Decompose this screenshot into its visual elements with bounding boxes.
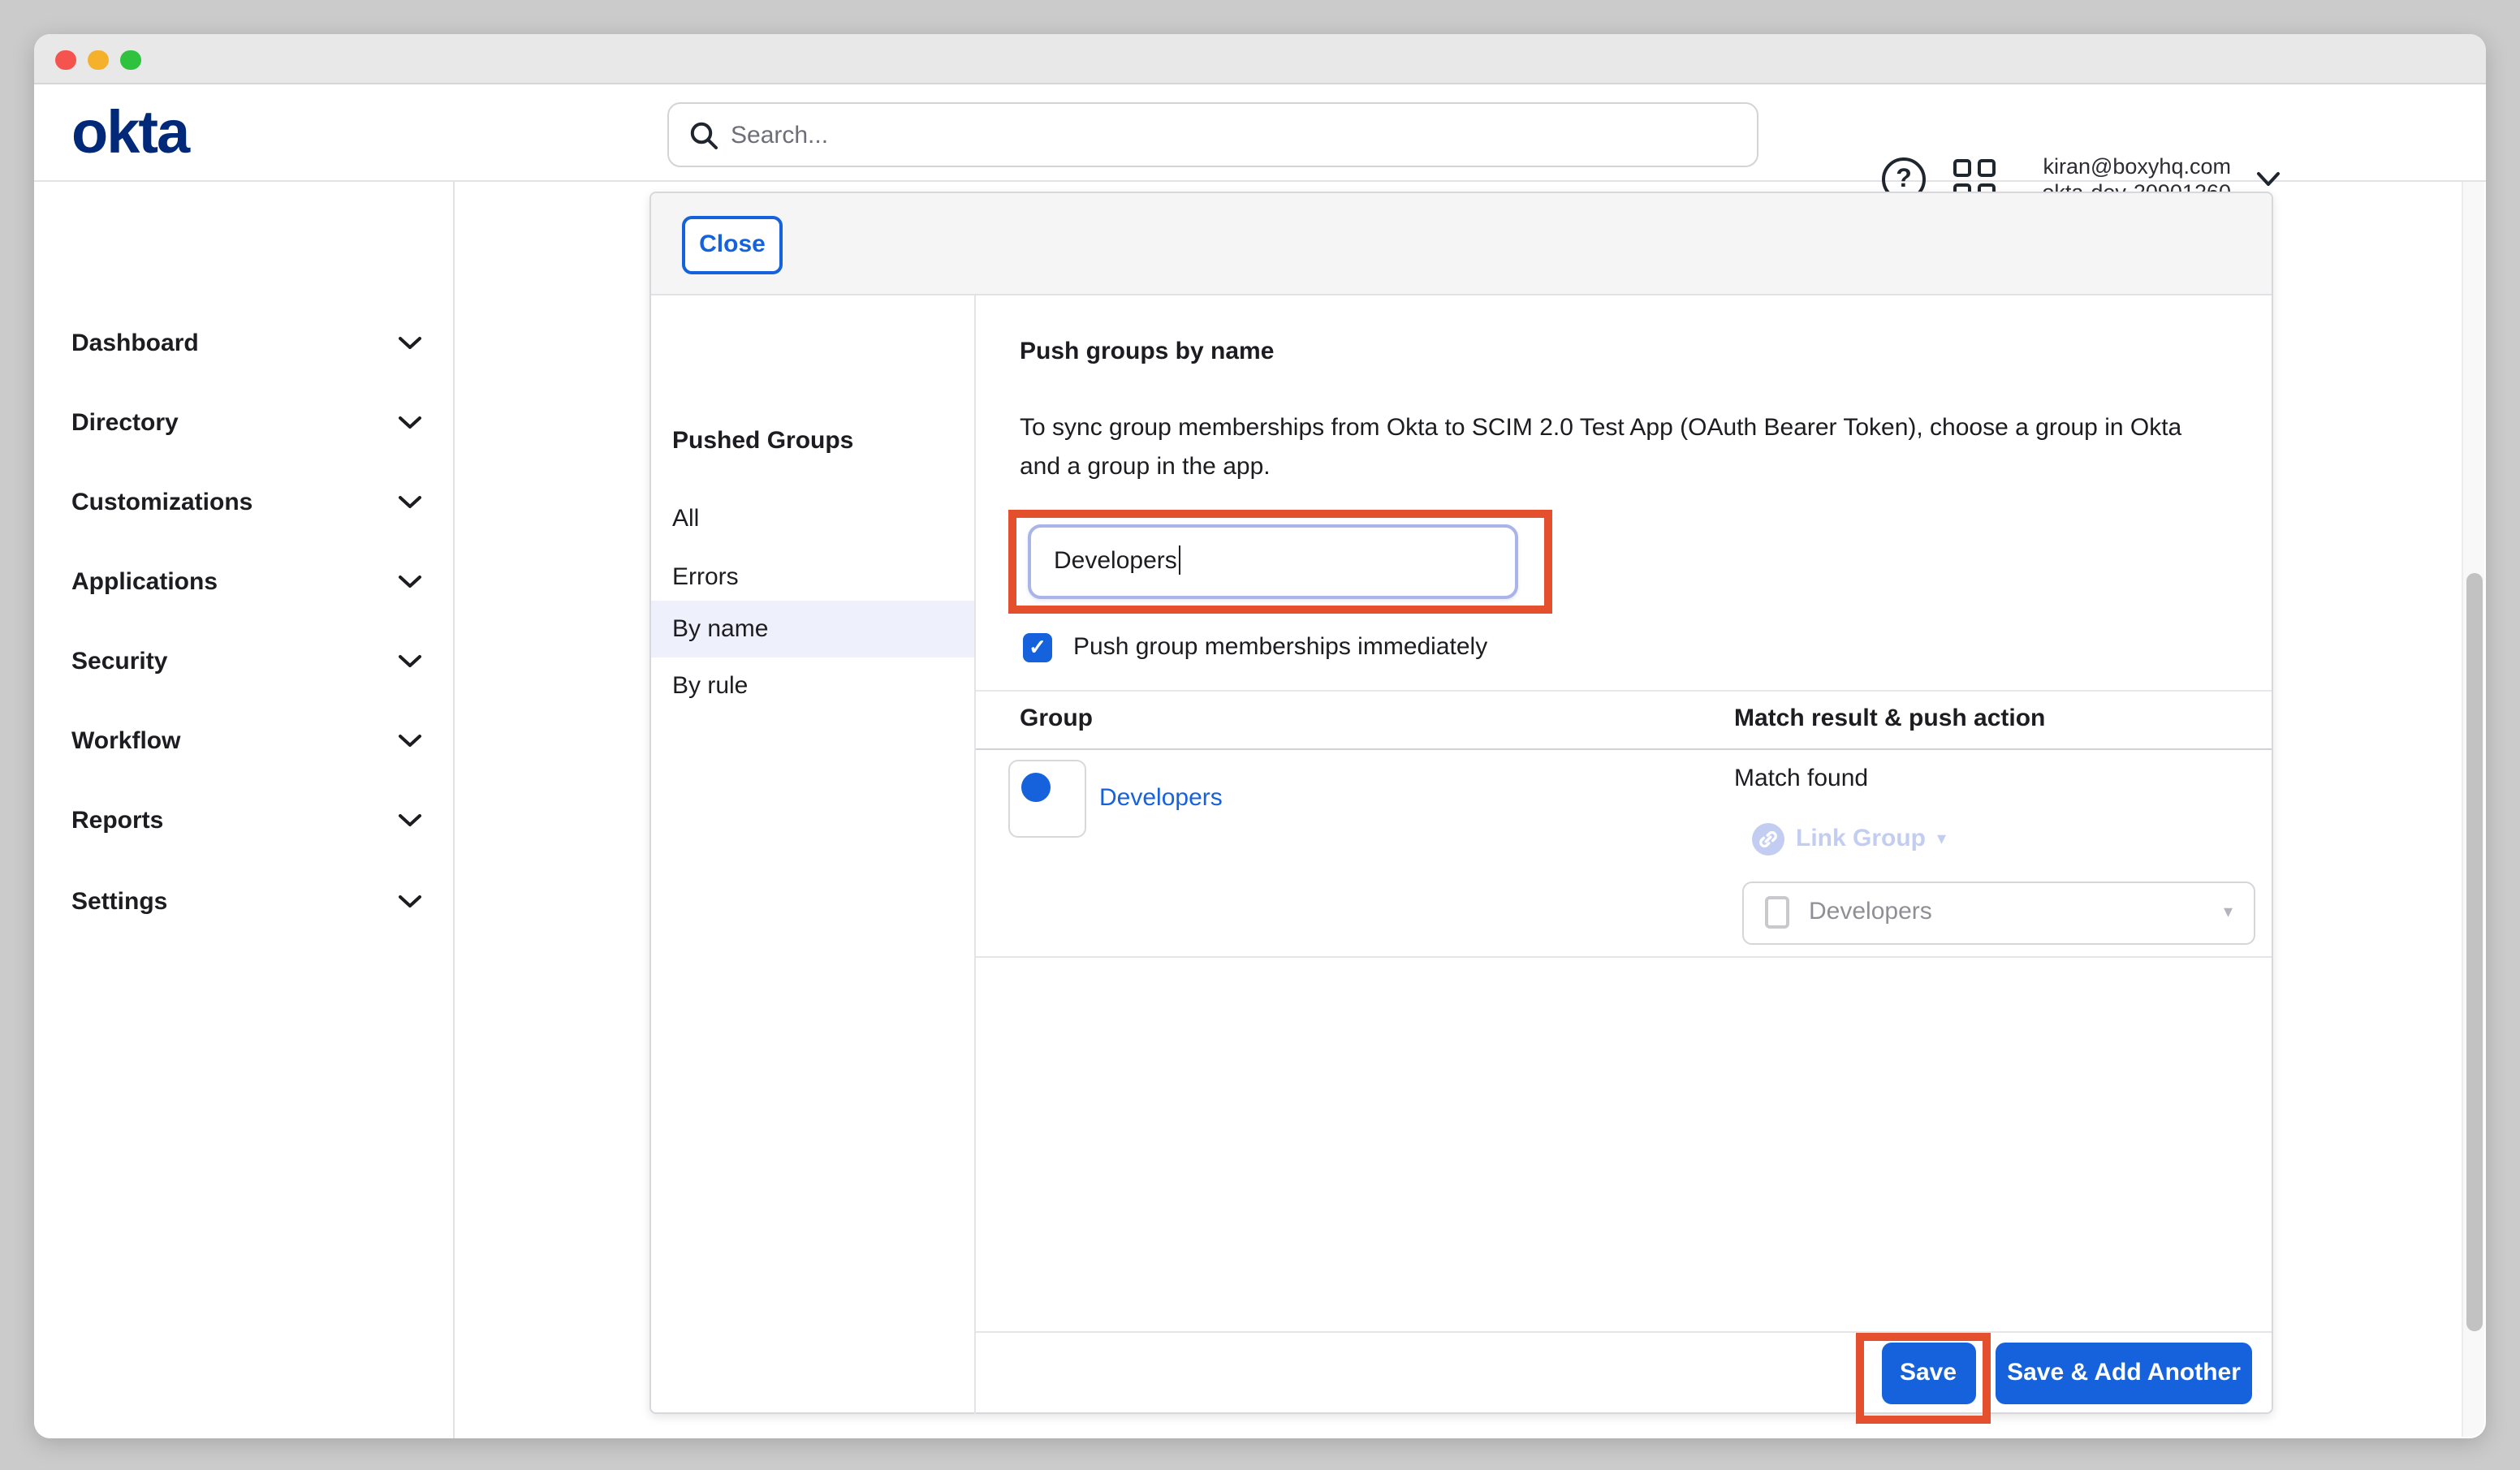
page-title: Push groups by name (1020, 338, 1274, 365)
pushed-groups-subnav: Pushed Groups All Errors By name By rule (651, 295, 976, 1414)
sidebar-item-reports[interactable]: Reports (34, 803, 454, 838)
footer-divider (976, 1331, 2272, 1333)
app-window: okta ? kiran@boxyhq.com okta-dev-2090126… (34, 34, 2486, 1438)
chevron-down-icon (397, 575, 421, 589)
panel-toolbar: Close (651, 193, 2272, 295)
chevron-down-icon (397, 895, 421, 909)
close-button[interactable]: Close (682, 215, 783, 274)
scrollbar-track[interactable] (2462, 181, 2484, 1437)
main-sidebar: Dashboard Directory Customizations Appli… (34, 181, 454, 1438)
chevron-down-icon (397, 336, 421, 351)
sidebar-item-label: Settings (71, 888, 167, 916)
column-header-group: Group (1020, 705, 1093, 732)
search-input[interactable] (731, 104, 1737, 166)
sidebar-item-workflow[interactable]: Workflow (34, 723, 454, 759)
app-group-icon (1765, 896, 1789, 929)
link-group-label: Link Group (1796, 825, 1926, 852)
row-divider (976, 956, 2272, 958)
subnav-item-by-rule[interactable]: By rule (651, 657, 974, 714)
section-divider (976, 690, 2272, 692)
sidebar-item-label: Security (71, 647, 167, 675)
sidebar-item-customizations[interactable]: Customizations (34, 485, 454, 520)
sidebar-item-label: Workflow (71, 727, 180, 755)
search-icon (688, 120, 721, 153)
chevron-down-icon (397, 495, 421, 510)
chevron-down-icon (397, 734, 421, 748)
match-status: Match found (1734, 763, 1868, 795)
chevron-down-icon[interactable] (2255, 170, 2281, 188)
subnav-item-all[interactable]: All (651, 489, 974, 546)
push-immediately-label: Push group memberships immediately (1073, 632, 1487, 664)
window-close-icon[interactable] (55, 50, 76, 70)
sidebar-item-applications[interactable]: Applications (34, 564, 454, 600)
chevron-down-icon (397, 653, 421, 668)
table-header-divider (976, 748, 2272, 750)
sidebar-item-security[interactable]: Security (34, 643, 454, 679)
sidebar-item-label: Dashboard (71, 330, 199, 357)
global-search[interactable] (667, 102, 1758, 167)
scrollbar-thumb[interactable] (2466, 573, 2483, 1331)
account-email: kiran@boxyhq.com (2042, 154, 2231, 179)
subnav-item-by-name[interactable]: By name (651, 601, 974, 657)
link-icon (1752, 822, 1784, 855)
okta-logo[interactable]: okta (71, 97, 188, 169)
sidebar-item-directory[interactable]: Directory (34, 404, 454, 440)
annotation-box-save (1856, 1332, 1991, 1423)
group-avatar (1008, 760, 1086, 838)
chevron-down-icon (397, 813, 421, 828)
link-group-action[interactable]: Link Group ▾ (1752, 821, 1946, 856)
dropdown-caret-icon: ▾ (2224, 883, 2233, 942)
text-cursor (1179, 545, 1181, 575)
app-group-value: Developers (1809, 883, 1932, 942)
save-add-another-button[interactable]: Save & Add Another (1996, 1343, 2252, 1403)
group-name-link[interactable]: Developers (1099, 782, 1223, 815)
link-group-caret-icon: ▾ (1937, 828, 1946, 849)
group-icon (1021, 773, 1051, 802)
sidebar-item-label: Directory (71, 408, 179, 436)
page-description: To sync group memberships from Okta to S… (1020, 409, 2224, 487)
column-header-match-result: Match result & push action (1734, 705, 2045, 732)
group-name-input[interactable]: Developers (1028, 524, 1517, 598)
push-immediately-checkbox[interactable]: ✓ (1023, 633, 1052, 662)
app-group-dropdown[interactable]: Developers ▾ (1742, 882, 2255, 944)
subnav-title: Pushed Groups (672, 427, 853, 455)
sidebar-item-label: Reports (71, 807, 163, 834)
chevron-down-icon (397, 415, 421, 429)
sidebar-item-dashboard[interactable]: Dashboard (34, 325, 454, 361)
window-minimize-icon[interactable] (88, 50, 108, 70)
top-header: okta ? kiran@boxyhq.com okta-dev-2090126… (34, 84, 2486, 181)
window-zoom-icon[interactable] (120, 50, 140, 70)
grid-square (1953, 159, 1971, 177)
subnav-item-errors[interactable]: Errors (651, 548, 974, 605)
sidebar-item-label: Customizations (71, 489, 252, 516)
window-titlebar (34, 34, 2486, 84)
grid-square (1978, 159, 1996, 177)
group-name-input-value: Developers (1054, 547, 1177, 575)
sidebar-item-label: Applications (71, 568, 218, 596)
pushed-groups-panel: Close Pushed Groups All Errors By name B… (649, 192, 2273, 1414)
sidebar-item-settings[interactable]: Settings (34, 884, 454, 920)
